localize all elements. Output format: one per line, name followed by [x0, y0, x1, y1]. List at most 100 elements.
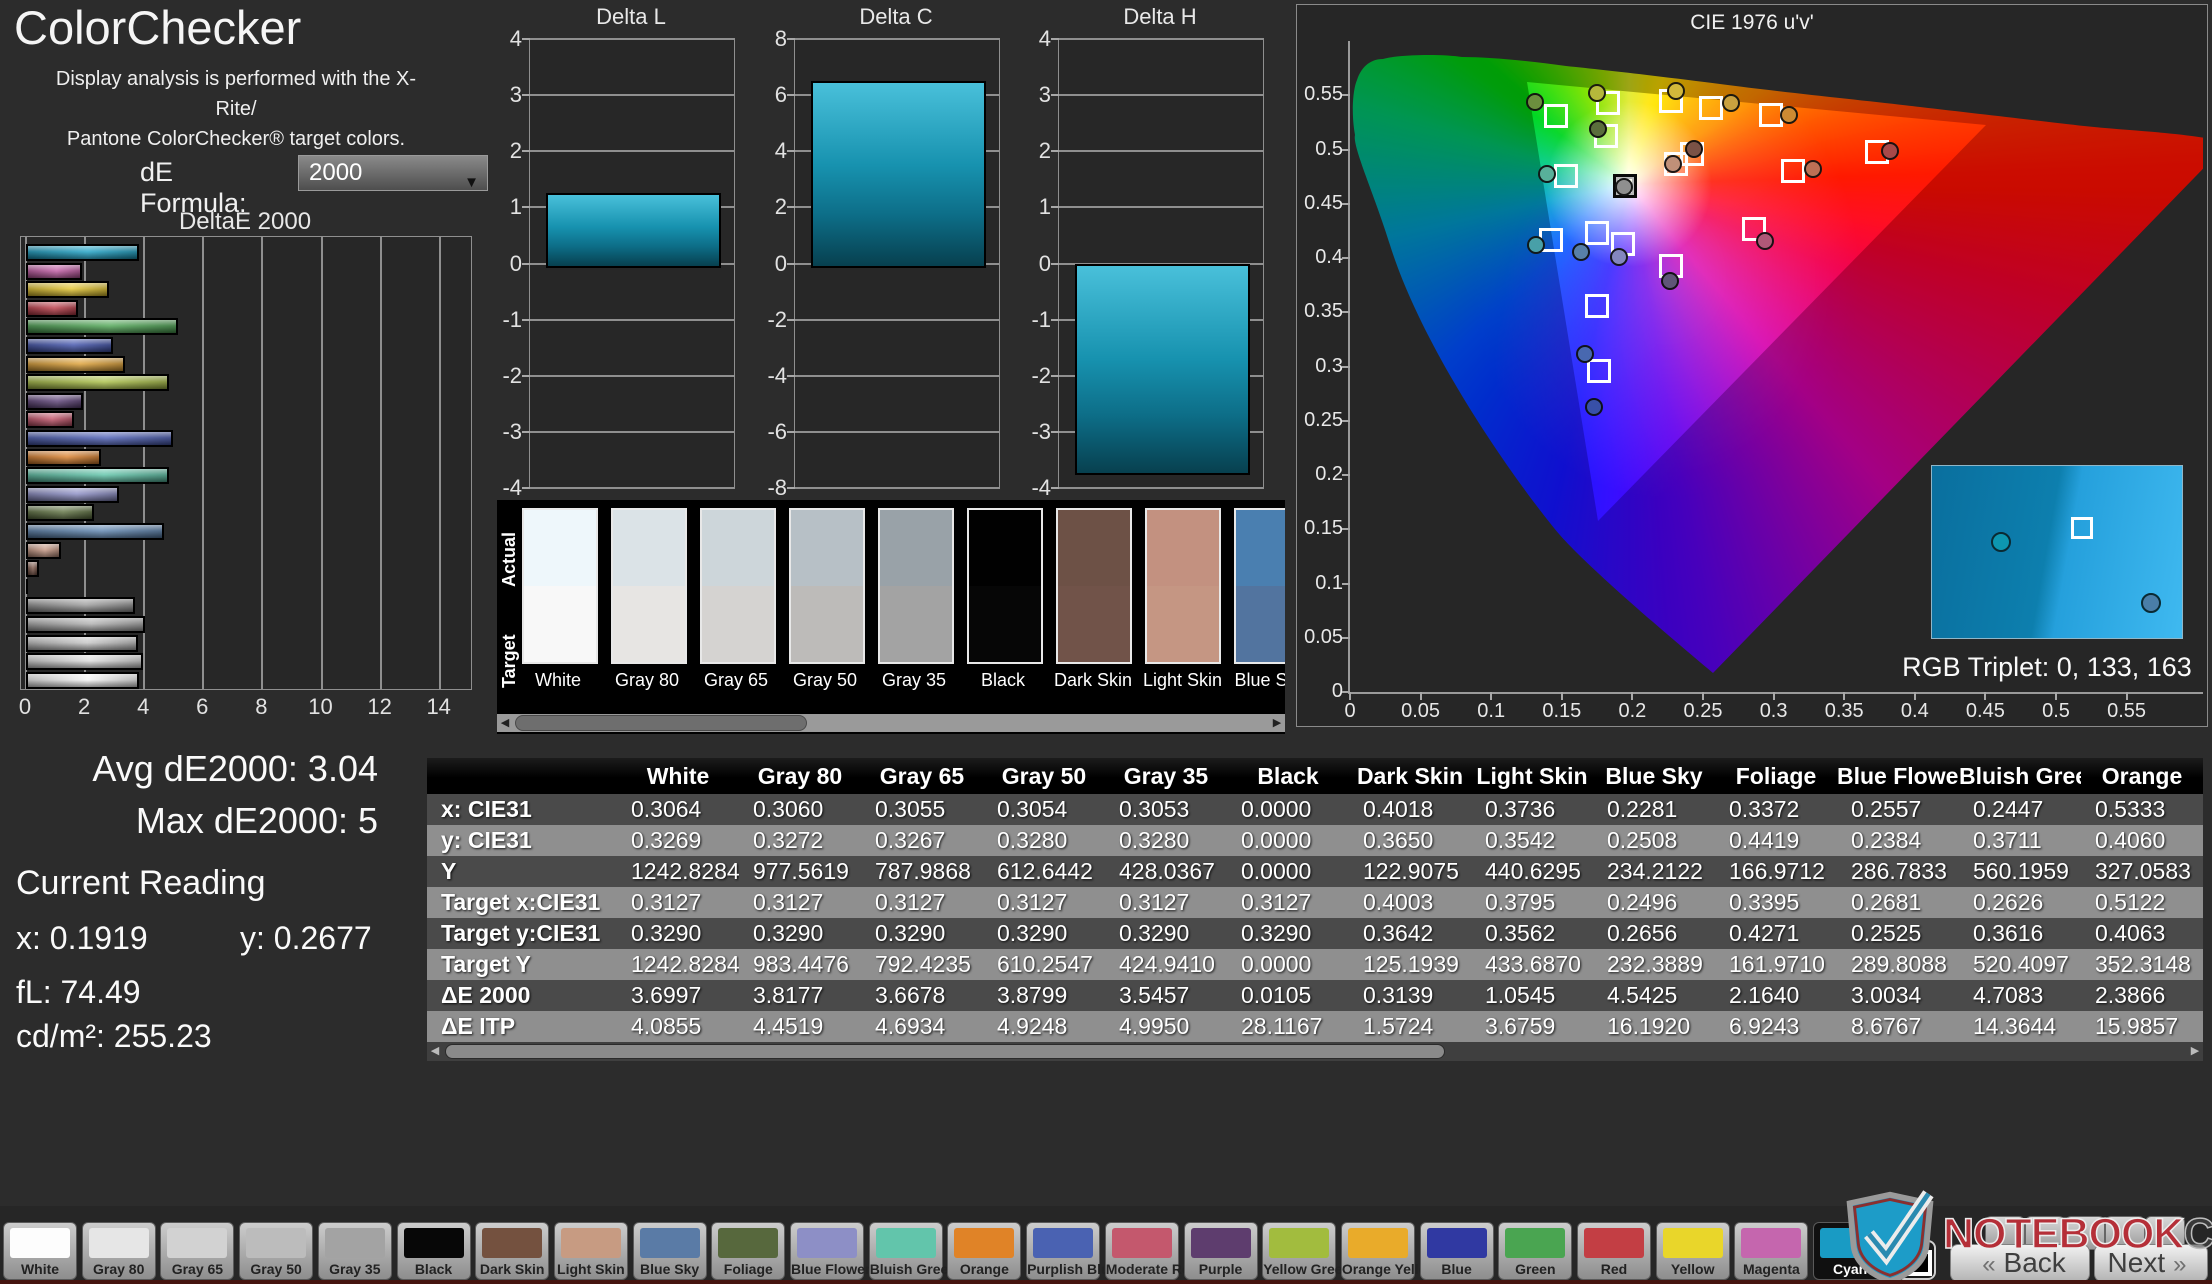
scroll-left-icon[interactable]: ◀ — [427, 1042, 443, 1060]
patch-button-black[interactable]: Black — [396, 1222, 471, 1280]
deltae-bar — [26, 392, 84, 410]
delta-value-bar — [1075, 263, 1250, 476]
table-cell: 166.9712 — [1715, 856, 1837, 887]
scroll-right-icon[interactable]: ▶ — [1269, 714, 1285, 732]
patch-button-cyan[interactable]: Cyan — [1813, 1222, 1888, 1280]
swatch-target-color — [880, 586, 952, 662]
table-cell: 0.4003 — [1349, 887, 1471, 918]
de-formula-dropdown[interactable]: 2000 ▼ — [298, 155, 488, 191]
patch-button-orange[interactable]: Orange — [947, 1222, 1022, 1280]
table-cell: 0.0000 — [1227, 825, 1349, 856]
delta-tick — [1051, 206, 1059, 209]
deltae-x-axis: 0 2 4 6 8 10 12 14 — [19, 694, 480, 720]
table-scrollbar-thumb[interactable] — [445, 1044, 1445, 1059]
delta-tick — [522, 487, 530, 489]
table-cell: 0.3616 — [1959, 918, 2081, 949]
swatch-scrollbar[interactable]: ◀ ▶ — [497, 714, 1285, 732]
table-cell: 4.9248 — [983, 1011, 1105, 1042]
patch-button-label: Blue Sky — [640, 1261, 700, 1277]
table-cell: 428.0367 — [1105, 856, 1227, 887]
delta-tick-label: 6 — [774, 82, 787, 108]
delta-tick — [522, 262, 530, 265]
table-cell: 0.5333 — [2081, 794, 2203, 825]
patch-button-foliage[interactable]: Foliage — [711, 1222, 786, 1280]
patch-button-gray-50[interactable]: Gray 50 — [239, 1222, 314, 1280]
patch-button-yellow[interactable]: Yellow — [1655, 1222, 1730, 1280]
patch-button-blue-sky[interactable]: Blue Sky — [632, 1222, 707, 1280]
patch-button-label: Green — [1515, 1261, 1556, 1277]
delta-tick — [787, 150, 795, 153]
patch-button-green[interactable]: Green — [1498, 1222, 1573, 1280]
cie-y-tick — [1342, 636, 1350, 639]
patch-button-purplish-blue[interactable]: Purplish Blue — [1026, 1222, 1117, 1280]
patch-button-moderate-red[interactable]: Moderate Red — [1104, 1222, 1199, 1280]
deltae-bar — [26, 523, 165, 540]
deltae-tick-label: 12 — [367, 694, 392, 719]
patch-button-bluish-green[interactable]: Bluish Green — [868, 1222, 957, 1280]
deltae-bar — [26, 448, 101, 466]
cie-x-tick-label: 0.15 — [1542, 700, 1582, 722]
patch-button-purple[interactable]: Purple — [1183, 1222, 1258, 1280]
patch-button-gray-65[interactable]: Gray 65 — [160, 1222, 235, 1280]
delta-gridline — [530, 487, 734, 489]
table-cell: 0.2447 — [1959, 794, 2081, 825]
table-cell: 6.9243 — [1715, 1011, 1837, 1042]
cie-chart-title: CIE 1976 u'v' — [1690, 11, 1814, 34]
monochrome-patch-button[interactable] — [1896, 1240, 1936, 1280]
back-chevron-icon: « — [1982, 1251, 1996, 1278]
patch-button-label: Gray 80 — [93, 1261, 145, 1277]
table-cell: 0.3127 — [861, 887, 983, 918]
deltae-bar — [26, 374, 169, 392]
scroll-left-icon[interactable]: ◀ — [497, 714, 513, 732]
delta-value-bar — [546, 193, 721, 268]
table-cell: 4.6934 — [861, 1011, 983, 1042]
table-cell: 16.1920 — [1593, 1011, 1715, 1042]
patch-button-yellow-green[interactable]: Yellow Green — [1262, 1222, 1351, 1280]
patch-button-orange-yellow[interactable]: Orange Yellow — [1340, 1222, 1438, 1280]
table-scrollbar[interactable]: ◀ ▶ — [427, 1042, 2203, 1061]
table-column-header: Blue Flower — [1837, 758, 1959, 794]
delta-tick — [522, 318, 530, 321]
swatch-scrollbar-thumb[interactable] — [515, 715, 807, 731]
patch-color-swatch — [954, 1228, 1015, 1258]
table-cell: 1242.8284 — [617, 856, 739, 887]
patch-button-label: Dark Skin — [479, 1261, 545, 1277]
actual-row-label: Actual — [499, 531, 519, 587]
cie-x-tick-label: 0.2 — [1618, 700, 1647, 722]
patch-button-light-skin[interactable]: Light Skin — [553, 1222, 628, 1280]
patch-button-white[interactable]: White — [3, 1222, 77, 1280]
table-cell: 0.3269 — [617, 825, 739, 856]
table-cell: 3.6759 — [1471, 1011, 1593, 1042]
target-marker — [1544, 103, 1569, 128]
delta-tick — [1051, 430, 1059, 433]
table-cell: 4.4519 — [739, 1011, 861, 1042]
back-button[interactable]: « Back — [1950, 1244, 2090, 1282]
patch-button-gray-80[interactable]: Gray 80 — [81, 1222, 156, 1280]
colorchecker-screen: ColorChecker Display analysis is perform… — [0, 0, 2212, 1284]
patch-button-gray-35[interactable]: Gray 35 — [317, 1222, 392, 1280]
measured-marker — [1666, 81, 1685, 100]
patch-button-dark-skin[interactable]: Dark Skin — [475, 1222, 550, 1280]
delta-l-title: Delta L — [596, 4, 666, 29]
patch-color-swatch — [10, 1228, 70, 1258]
table-cell: 0.3290 — [739, 918, 861, 949]
patch-button-label: Moderate Red — [1105, 1261, 1199, 1277]
description-line-1: Display analysis is performed with the X… — [55, 68, 417, 120]
scroll-right-icon[interactable]: ▶ — [2187, 1042, 2203, 1060]
delta-tick-label: 4 — [509, 26, 522, 51]
swatch-label: Gray 80 — [614, 670, 680, 690]
cie-x-tick-label: 0.45 — [1965, 700, 2005, 722]
next-button[interactable]: Next » — [2094, 1244, 2208, 1282]
patch-button-label: Gray 65 — [171, 1261, 224, 1277]
table-cell: 0.3280 — [983, 825, 1105, 856]
patch-button-magenta[interactable]: Magenta — [1734, 1222, 1809, 1280]
cie-y-tick — [1342, 365, 1350, 368]
patch-button-red[interactable]: Red — [1577, 1222, 1651, 1280]
delta-tick-label: -2 — [767, 306, 787, 332]
patch-color-swatch — [718, 1228, 779, 1258]
table-cell: 0.3054 — [983, 794, 1105, 825]
measured-marker — [1663, 154, 1682, 173]
patch-button-blue[interactable]: Blue — [1419, 1222, 1494, 1280]
patch-button-blue-flower[interactable]: Blue Flower — [790, 1222, 870, 1280]
delta-tick-label: -3 — [1031, 418, 1051, 444]
